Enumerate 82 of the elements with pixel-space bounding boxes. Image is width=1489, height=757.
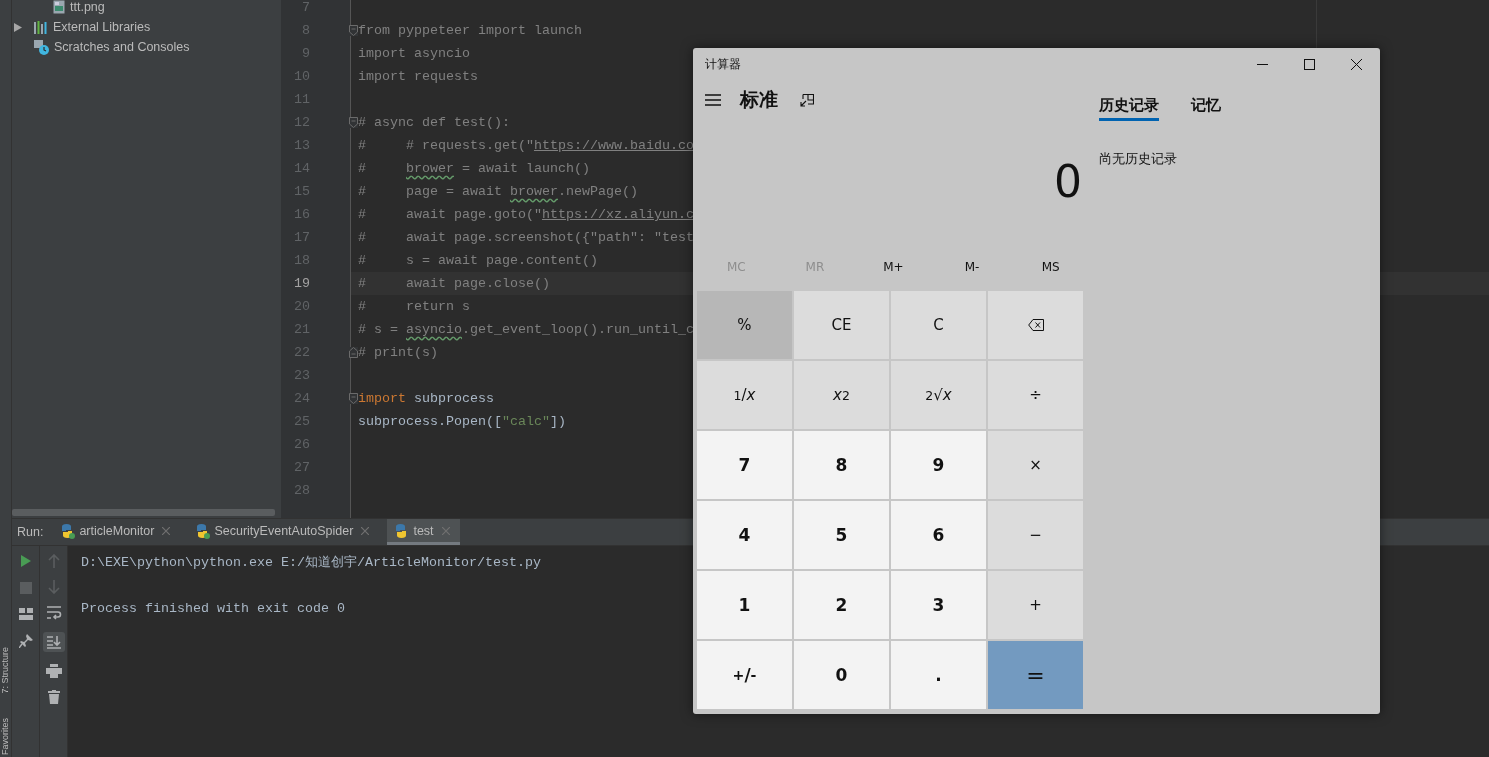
library-bars-icon [34,20,48,34]
calculator-key[interactable]: 7 [697,431,792,499]
code-text: # # requests.get("https://www.baidu.co [358,138,694,153]
calculator-key[interactable]: 3 [891,571,986,639]
maximize-icon[interactable] [1304,58,1315,70]
calculator-key[interactable]: 6 [891,501,986,569]
calculator-key[interactable]: = [988,641,1083,709]
close-icon[interactable] [1351,58,1362,70]
calculator-key[interactable]: 8 [794,431,889,499]
calculator-key[interactable]: ÷ [988,361,1083,429]
window-title: 计算器 [705,55,741,73]
run-label: Run: [17,525,44,539]
calculator-key[interactable]: 9 [891,431,986,499]
keep-on-top-icon[interactable] [800,93,814,107]
code-text: import subprocess [358,391,494,406]
run-icon[interactable] [19,554,32,568]
code-text: # return s [358,299,470,314]
layout-icon[interactable] [18,608,33,620]
fold-marker-icon[interactable] [349,117,358,128]
tree-item[interactable]: Scratches and Consoles [1,37,190,57]
menu-icon[interactable] [705,94,721,106]
calculator-key[interactable]: × [988,431,1083,499]
calculator-key[interactable]: 4 [697,501,792,569]
code-text: # async def test(): [358,115,510,130]
console-output: Process finished with exit code 0 [81,600,345,618]
code-text: # print(s) [358,345,438,360]
empty-history-text: 尚无历史记录 [1099,150,1177,168]
code-text: # await page.goto("https://xz.aliyun.c [358,207,694,222]
fold-marker-icon[interactable] [349,347,358,358]
console-clock-icon [34,39,49,55]
code-text: subprocess.Popen(["calc"]) [358,414,566,429]
calculator-key[interactable]: 1 [697,571,792,639]
run-tab[interactable]: articleMonitor [53,519,181,545]
print-icon[interactable] [45,664,62,678]
memory-button[interactable]: MS [1011,242,1090,291]
fold-marker-icon[interactable] [349,393,358,404]
memory-button[interactable]: M- [932,242,1012,291]
backspace-icon [1027,319,1044,331]
scrollbar-thumb[interactable] [12,509,275,516]
down-arrow-icon[interactable] [47,580,60,594]
trash-icon[interactable] [47,690,60,704]
calculator-key[interactable]: − [988,501,1083,569]
console-output: D:\EXE\python\python.exe E:/知道创宇/ArticleMonitor/test.py [81,554,541,572]
python-icon [194,522,211,539]
code-text: # await page.close() [358,276,550,291]
calculator-key[interactable]: % [697,291,792,359]
calculator-key[interactable]: 5 [794,501,889,569]
code-text: import asyncio [358,46,470,61]
tree-item[interactable]: External Libraries [1,17,151,37]
calculator-key[interactable]: 2 [794,571,889,639]
stop-icon[interactable] [19,582,32,594]
scroll-to-end-button[interactable] [42,632,65,652]
result-display: 0 [1054,155,1082,207]
tool-window-label[interactable]: 7: Structure [0,647,11,694]
code-text: # s = asyncio.get_event_loop().run_until_c [358,322,694,337]
panel-tab[interactable]: 历史记录 [1099,85,1159,121]
code-text: # await page.screenshot({"path": "test [358,230,694,245]
code-text: # page = await brower.newPage() [358,184,638,199]
calculator-key[interactable]: + [988,571,1083,639]
tool-window-label[interactable]: Favorites [0,718,11,755]
run-tab[interactable]: SecurityEventAutoSpider [188,519,380,545]
calculator-key[interactable]: . [891,641,986,709]
run-tab[interactable]: test [387,519,460,545]
code-text: import requests [358,69,478,84]
line-number: 19 [293,275,310,293]
panel-tab[interactable]: 记忆 [1191,85,1221,121]
expand-arrow-icon[interactable] [14,22,22,32]
tree-item[interactable]: ttt.png [1,0,105,17]
fold-marker-icon[interactable] [349,25,358,36]
up-arrow-icon[interactable] [47,554,60,568]
calculator-key[interactable]: 0 [794,641,889,709]
mode-title: 标准 [740,87,778,112]
python-icon [59,522,76,539]
code-text: # s = await page.content() [358,253,598,268]
calculator-key[interactable]: CE [794,291,889,359]
image-file-icon [53,0,65,14]
soft-wrap-icon[interactable] [45,606,62,620]
pin-icon[interactable] [18,634,33,648]
memory-button[interactable]: M+ [854,242,933,291]
calculator-key[interactable]: C [891,291,986,359]
code-text: from pyppeteer import launch [358,23,582,38]
code-text: # brower = await launch() [358,161,590,176]
